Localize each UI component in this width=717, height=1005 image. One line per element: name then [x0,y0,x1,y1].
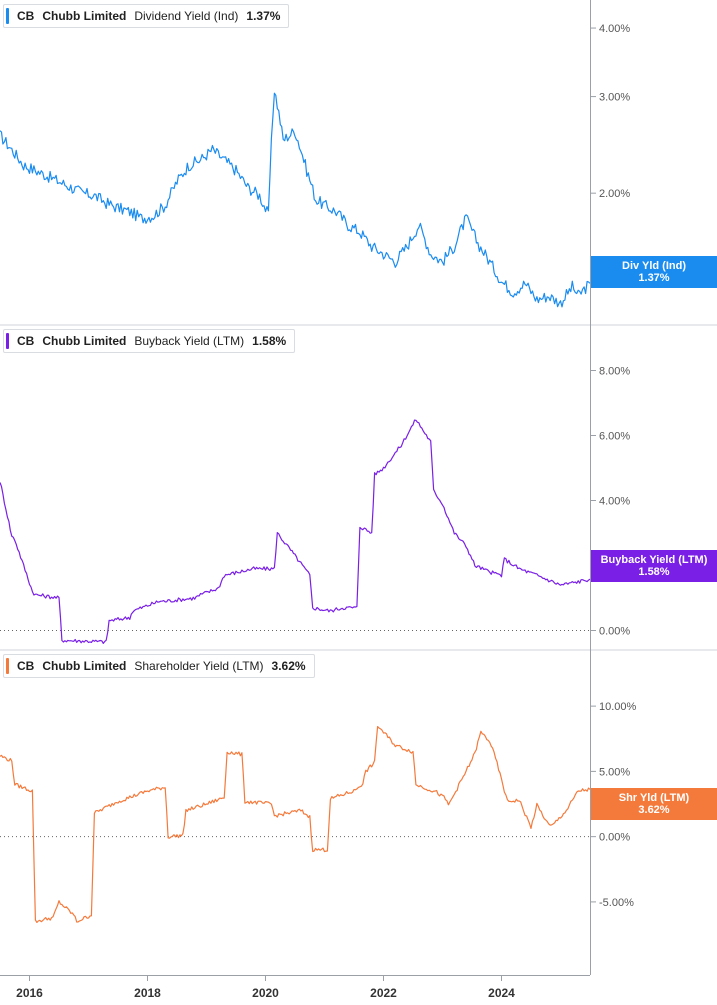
legend-ticker: CB [17,9,35,23]
legend-company: Chubb Limited [42,334,127,348]
value-tag-value: 3.62% [638,804,670,816]
y-tick-label: 8.00% [599,366,630,378]
legend-shareholder-yield: CB Chubb Limited Shareholder Yield (LTM)… [3,654,315,678]
legend-buyback-yield: CB Chubb Limited Buyback Yield (LTM) 1.5… [3,329,296,353]
legend-swatch-shareholder [6,658,9,674]
legend-company: Chubb Limited [42,9,127,23]
value-tag-label: Buyback Yield (LTM) [600,554,708,566]
value-tag-label: Div Yld (Ind) [622,260,686,272]
y-tick-label: 0.00% [599,832,630,844]
y-tick-label: 0.00% [599,626,630,638]
x-tick-label: 2024 [488,986,515,1000]
legend-ticker: CB [17,659,35,673]
series-line-1 [0,419,591,644]
y-tick-label: 3.00% [599,92,630,104]
value-tag-buyback: Buyback Yield (LTM) 1.58% [591,550,717,582]
legend-value: 1.58% [252,334,287,348]
legend-company: Chubb Limited [42,659,127,673]
y-tick-label: 4.00% [599,496,630,508]
x-tick-label: 2020 [252,986,279,1000]
legend-value: 3.62% [271,659,306,673]
legend-metric: Shareholder Yield (LTM) [134,659,264,673]
x-tick-label: 2022 [370,986,397,1000]
y-tick-label: 6.00% [599,431,630,443]
legend-swatch-buyback [6,333,9,349]
chart-canvas: 2.00%3.00%4.00%0.00%2.00%4.00%6.00%8.00%… [0,0,717,1000]
value-tag-dividend: Div Yld (Ind) 1.37% [591,256,717,288]
y-tick-label: -5.00% [599,897,634,909]
x-tick-label: 2016 [16,986,43,1000]
legend-metric: Buyback Yield (LTM) [134,334,245,348]
y-tick-label: 5.00% [599,766,630,778]
value-tag-value: 1.37% [638,272,670,284]
legend-swatch-dividend [6,8,9,24]
series-line-0 [0,92,591,308]
series-line-2 [0,726,591,923]
y-tick-label: 2.00% [599,188,630,200]
value-tag-value: 1.58% [638,566,670,578]
y-tick-label: 10.00% [599,701,637,713]
legend-value: 1.37% [246,9,281,23]
legend-ticker: CB [17,334,35,348]
value-tag-label: Shr Yld (LTM) [618,792,690,804]
value-tag-shareholder: Shr Yld (LTM) 3.62% [591,788,717,820]
x-tick-label: 2018 [134,986,161,1000]
legend-dividend-yield: CB Chubb Limited Dividend Yield (Ind) 1.… [3,4,290,28]
legend-metric: Dividend Yield (Ind) [134,9,239,23]
y-tick-label: 4.00% [599,23,630,35]
